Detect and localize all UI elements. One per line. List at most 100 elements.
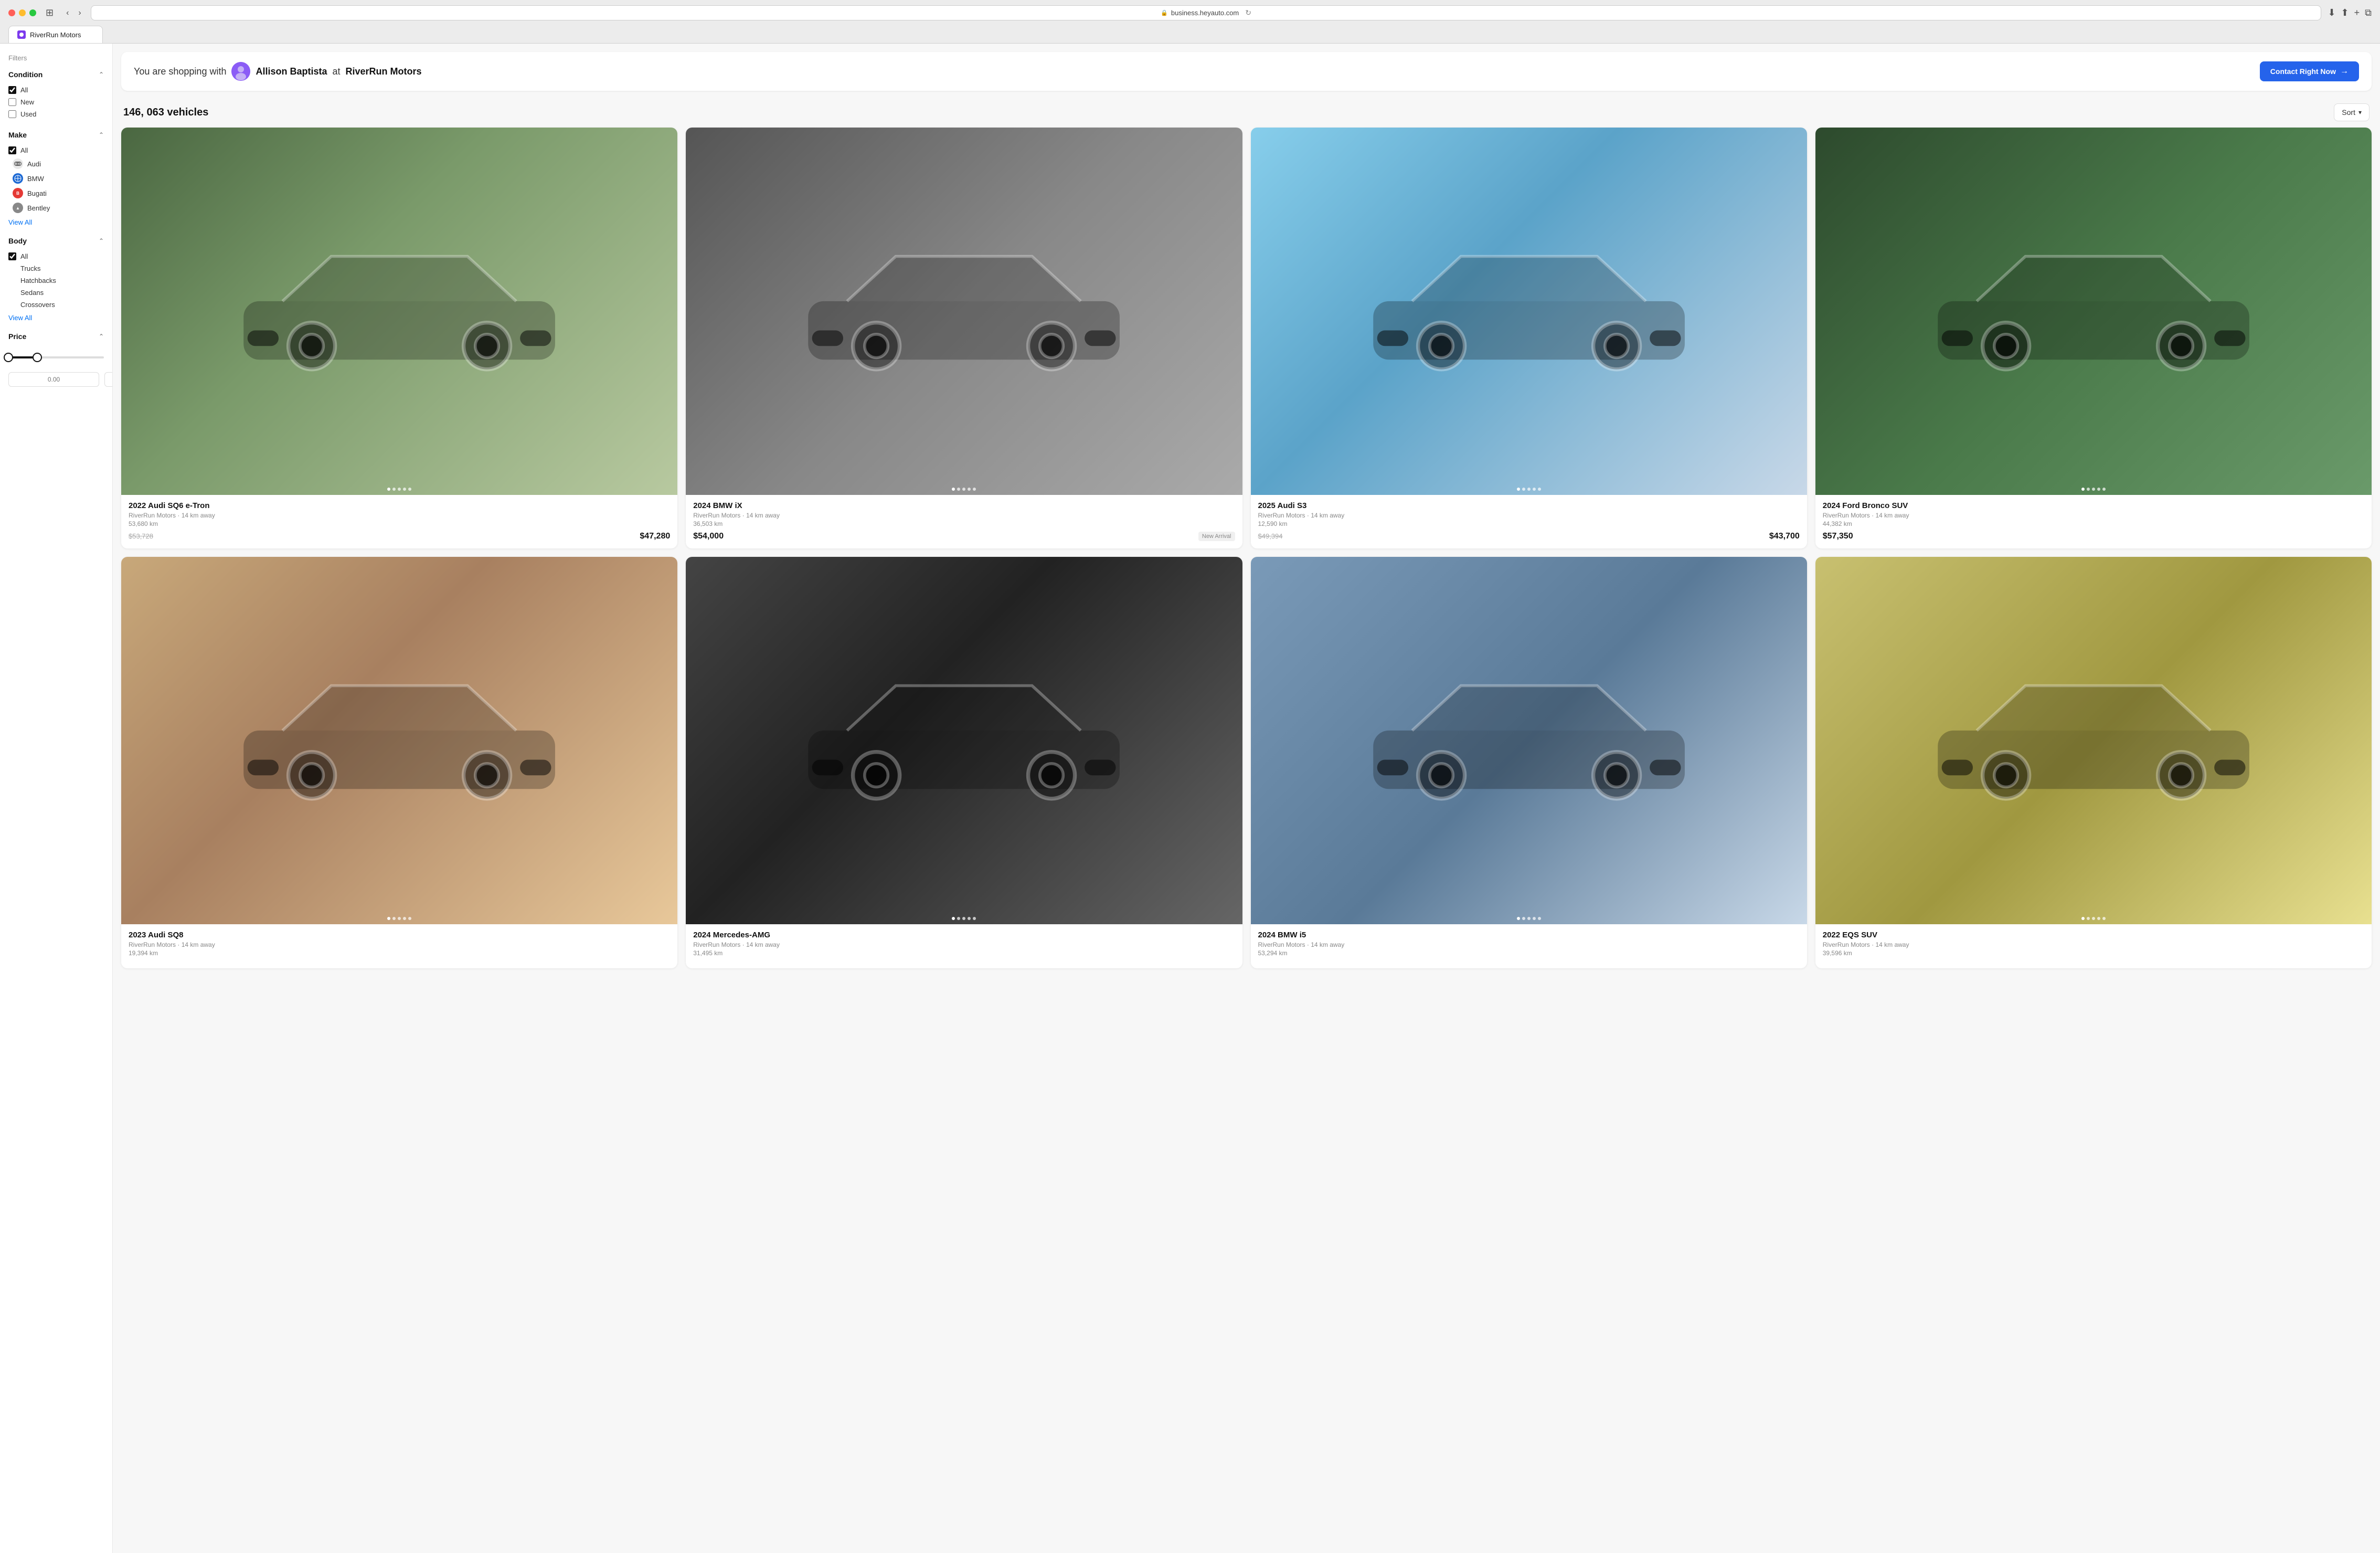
carousel-dots (952, 488, 976, 491)
vehicle-info: 2025 Audi S3 RiverRun Motors · 14 km awa… (1251, 495, 1807, 548)
condition-used-checkbox[interactable] (8, 110, 16, 118)
body-all-label: All (20, 252, 28, 260)
new-tab-btn[interactable]: + (2354, 7, 2360, 18)
vehicle-card[interactable]: 2024 Ford Bronco SUV RiverRun Motors · 1… (1815, 128, 2372, 548)
price-max-thumb[interactable] (33, 353, 42, 362)
vehicle-km: 12,590 km (1258, 520, 1800, 527)
reload-icon[interactable]: ↻ (1245, 8, 1251, 17)
make-all-label: All (20, 146, 28, 154)
vehicle-info: 2024 BMW iX RiverRun Motors · 14 km away… (686, 495, 1242, 548)
vehicle-km: 19,394 km (129, 949, 670, 957)
vehicle-dealer: RiverRun Motors · 14 km away (1258, 512, 1800, 519)
vehicle-info: 2024 Mercedes-AMG RiverRun Motors · 14 k… (686, 924, 1242, 968)
vehicle-name: 2024 Mercedes-AMG (693, 931, 1235, 939)
make-audi-option[interactable]: Audi (8, 156, 104, 171)
body-label: Body (8, 237, 27, 245)
carousel-dots (952, 917, 976, 920)
sort-button[interactable]: Sort ▾ (2334, 103, 2370, 121)
vehicle-card[interactable]: 2025 Audi S3 RiverRun Motors · 14 km awa… (1251, 128, 1807, 548)
make-all-checkbox[interactable] (8, 146, 16, 154)
carousel-dots (1517, 917, 1541, 920)
vehicle-image (1251, 557, 1807, 924)
condition-all-label: All (20, 86, 28, 94)
carousel-dot (1517, 488, 1520, 491)
body-all-checkbox[interactable] (8, 252, 16, 260)
sort-chevron-icon: ▾ (2358, 109, 2362, 116)
vehicle-card[interactable]: 2024 BMW i5 RiverRun Motors · 14 km away… (1251, 557, 1807, 968)
banner-prefix: You are shopping with (134, 66, 226, 77)
vehicle-name: 2022 Audi SQ6 e-Tron (129, 501, 670, 510)
active-tab[interactable]: RiverRun Motors (8, 26, 103, 43)
contact-arrow-icon: → (2340, 67, 2349, 76)
car-image-placeholder (1815, 128, 2372, 495)
share-btn[interactable]: ⬆ (2341, 7, 2349, 18)
bmw-brand-icon (13, 173, 23, 184)
condition-header[interactable]: Condition ⌃ (8, 70, 104, 79)
vehicle-km: 53,294 km (1258, 949, 1800, 957)
car-image-placeholder (1815, 557, 2372, 924)
agent-name: Allison Baptista (256, 66, 327, 77)
price-max-input[interactable] (104, 372, 113, 387)
url-text: business.heyauto.com (1171, 9, 1239, 17)
forward-btn[interactable]: › (75, 7, 84, 19)
condition-used-option[interactable]: Used (8, 108, 104, 120)
sidebar-toggle-btn[interactable]: ⊞ (42, 6, 57, 19)
vehicle-card[interactable]: 2024 Mercedes-AMG RiverRun Motors · 14 k… (686, 557, 1242, 968)
condition-new-option[interactable]: New (8, 96, 104, 108)
body-crossovers-option[interactable]: Crossovers (8, 299, 104, 311)
make-bentley-option[interactable]: ▲ Bentley (8, 200, 104, 215)
maximize-traffic-light[interactable] (29, 9, 36, 16)
carousel-dot (2102, 488, 2106, 491)
condition-new-checkbox[interactable] (8, 98, 16, 106)
price-min-input[interactable] (8, 372, 99, 387)
vehicle-dealer: RiverRun Motors · 14 km away (693, 941, 1235, 948)
download-btn[interactable]: ⬇ (2328, 7, 2335, 18)
carousel-dot (2097, 917, 2100, 920)
price-header[interactable]: Price ⌃ (8, 332, 104, 341)
condition-new-label: New (20, 98, 34, 106)
close-traffic-light[interactable] (8, 9, 15, 16)
body-sedans-option[interactable]: Sedans (8, 287, 104, 299)
vehicle-price-row: $54,000New Arrival (693, 532, 1235, 541)
vehicle-info: 2022 Audi SQ6 e-Tron RiverRun Motors · 1… (121, 495, 677, 548)
vehicle-card[interactable]: 2023 Audi SQ8 RiverRun Motors · 14 km aw… (121, 557, 677, 968)
price-slider-track[interactable] (8, 356, 104, 358)
address-bar[interactable]: 🔒 business.heyauto.com ↻ (91, 5, 2322, 20)
make-bugati-label: Bugati (27, 189, 47, 197)
vehicle-image (1815, 557, 2372, 924)
condition-chevron-icon: ⌃ (99, 71, 104, 78)
price-section: Price ⌃ (8, 332, 104, 387)
body-trucks-option[interactable]: Trucks (8, 262, 104, 274)
make-header[interactable]: Make ⌃ (8, 131, 104, 139)
condition-all-option[interactable]: All (8, 84, 104, 96)
carousel-dot (1538, 917, 1541, 920)
vehicle-price-row: $53,728$47,280 (129, 532, 670, 541)
vehicle-km: 31,495 km (693, 949, 1235, 957)
vehicle-card[interactable]: 2022 Audi SQ6 e-Tron RiverRun Motors · 1… (121, 128, 677, 548)
make-bmw-option[interactable]: BMW (8, 171, 104, 186)
carousel-dot (1527, 488, 1531, 491)
make-view-all-link[interactable]: View All (8, 218, 32, 226)
price-min-thumb[interactable] (4, 353, 13, 362)
make-bugati-option[interactable]: B Bugati (8, 186, 104, 200)
vehicle-name: 2024 BMW iX (693, 501, 1235, 510)
body-header[interactable]: Body ⌃ (8, 237, 104, 245)
make-all-option[interactable]: All (8, 144, 104, 156)
vehicle-image (686, 128, 1242, 495)
back-btn[interactable]: ‹ (63, 7, 72, 19)
vehicle-card[interactable]: 2022 EQS SUV RiverRun Motors · 14 km awa… (1815, 557, 2372, 968)
vehicle-dealer: RiverRun Motors · 14 km away (1823, 941, 2364, 948)
condition-all-checkbox[interactable] (8, 86, 16, 94)
body-hatchbacks-option[interactable]: Hatchbacks (8, 274, 104, 287)
carousel-dot (392, 488, 396, 491)
contact-right-now-button[interactable]: Contact Right Now → (2260, 61, 2359, 81)
tabs-btn[interactable]: ⧉ (2365, 7, 2372, 18)
price-label: Price (8, 332, 26, 341)
carousel-dots (1517, 488, 1541, 491)
minimize-traffic-light[interactable] (19, 9, 26, 16)
body-all-option[interactable]: All (8, 250, 104, 262)
body-view-all-link[interactable]: View All (8, 314, 32, 322)
vehicle-card[interactable]: 2024 BMW iX RiverRun Motors · 14 km away… (686, 128, 1242, 548)
audi-brand-icon (13, 159, 23, 169)
carousel-dot (408, 917, 411, 920)
